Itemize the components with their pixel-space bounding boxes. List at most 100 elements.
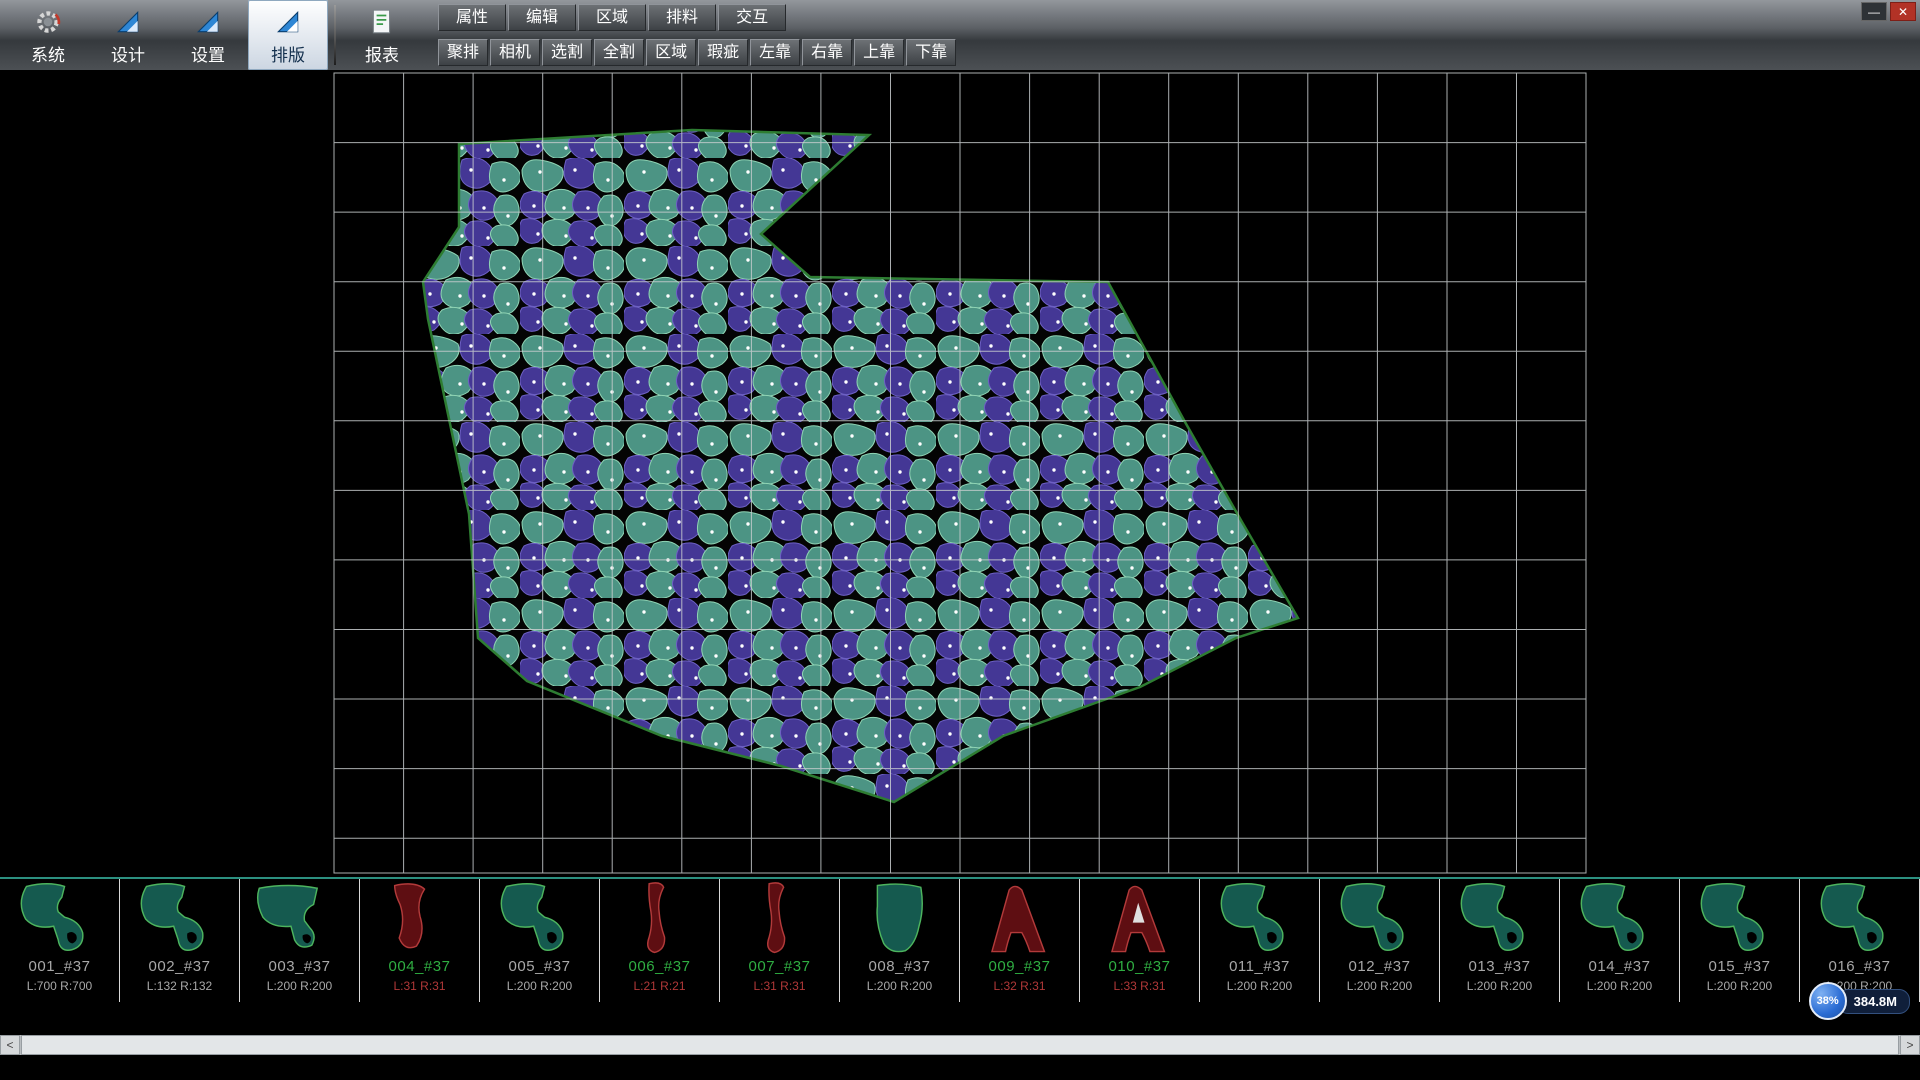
piece-thumbnail[interactable]: 003_#37 L:200 R:200 [240,879,360,1002]
piece-thumbnail[interactable]: 015_#37 L:200 R:200 [1680,879,1800,1002]
nav-report-button[interactable]: 报表 [342,0,422,70]
tool-cluster-nest[interactable]: 聚排 [438,39,488,66]
piece-lr-label: L:200 R:200 [267,979,332,993]
piece-id-label: 007_#37 [749,958,811,975]
tool-align-right[interactable]: 右靠 [802,39,852,66]
piece-id-label: 004_#37 [389,958,451,975]
piece-thumbnail[interactable]: 008_#37 L:200 R:200 [840,879,960,1002]
tool-align-bottom[interactable]: 下靠 [906,39,956,66]
minimize-button[interactable]: — [1861,2,1887,21]
piece-shape [125,881,235,957]
system-gear-icon [33,4,63,40]
piece-id-label: 016_#37 [1829,958,1891,975]
piece-lr-label: L:700 R:700 [27,979,92,993]
memory-pill: 384.8M [1837,989,1910,1014]
menu-region[interactable]: 区域 [578,4,646,31]
nav-button-group: 系统 设计 设置 排版 [0,0,422,70]
progress-circle[interactable]: 38% [1809,982,1847,1020]
tool-row: 聚排 相机 选割 全割 区域 瑕疵 左靠 右靠 上靠 下靠 [438,35,1920,70]
nav-report-label: 报表 [365,41,399,66]
menu-interaction[interactable]: 交互 [718,4,786,31]
piece-lr-label: L:200 R:200 [507,979,572,993]
piece-id-label: 005_#37 [509,958,571,975]
menu-edit[interactable]: 编辑 [508,4,576,31]
piece-shape [1565,881,1675,957]
piece-lr-label: L:200 R:200 [1587,979,1652,993]
piece-id-label: 003_#37 [269,958,331,975]
piece-thumbnail[interactable]: 005_#37 L:200 R:200 [480,879,600,1002]
piece-lr-label: L:200 R:200 [1707,979,1772,993]
piece-thumbnail[interactable]: 013_#37 L:200 R:200 [1440,879,1560,1002]
nav-system-label: 系统 [31,41,65,66]
piece-id-label: 012_#37 [1349,958,1411,975]
piece-id-label: 008_#37 [869,958,931,975]
scroll-right-arrow[interactable]: > [1900,1035,1920,1055]
piece-shape [965,881,1075,957]
piece-shape [1205,881,1315,957]
memory-value: 384.8M [1854,994,1897,1009]
piece-lr-label: L:31 R:31 [393,979,445,993]
nav-design-button[interactable]: 设计 [88,0,168,70]
toolbar: 系统 设计 设置 排版 [0,0,1920,70]
piece-shape [1085,881,1195,957]
nav-settings-label: 设置 [191,41,225,66]
report-document-icon [368,4,396,40]
scrollbar-thumb[interactable] [21,1035,1899,1055]
piece-id-label: 002_#37 [149,958,211,975]
piece-shape [1805,881,1915,957]
piece-thumbnail[interactable]: 004_#37 L:31 R:31 [360,879,480,1002]
memory-status-widget: 38% 384.8M [1809,982,1910,1020]
piece-id-label: 001_#37 [29,958,91,975]
toolbar-divider [334,5,336,65]
progress-percent: 38% [1817,995,1839,1007]
tool-cut-all[interactable]: 全割 [594,39,644,66]
piece-thumbnail[interactable]: 001_#37 L:700 R:700 [0,879,120,1002]
menu-properties[interactable]: 属性 [438,4,506,31]
piece-thumbnail[interactable]: 002_#37 L:132 R:132 [120,879,240,1002]
piece-thumbnail[interactable]: 010_#37 L:33 R:31 [1080,879,1200,1002]
piece-shape [245,881,355,957]
piece-id-label: 006_#37 [629,958,691,975]
piece-id-label: 009_#37 [989,958,1051,975]
nav-design-label: 设计 [111,41,145,66]
tool-defect[interactable]: 瑕疵 [698,39,748,66]
piece-lr-label: L:200 R:200 [1467,979,1532,993]
piece-lr-label: L:200 R:200 [1227,979,1292,993]
leather-hide-shape[interactable] [423,130,1298,802]
tool-select-cut[interactable]: 选割 [542,39,592,66]
piece-thumbnail[interactable]: 007_#37 L:31 R:31 [720,879,840,1002]
piece-lr-label: L:32 R:31 [993,979,1045,993]
nesting-canvas[interactable] [0,70,1920,877]
piece-shape [1325,881,1435,957]
piece-shape [1445,881,1555,957]
menu-nesting[interactable]: 排料 [648,4,716,31]
tool-camera[interactable]: 相机 [490,39,540,66]
piece-id-label: 013_#37 [1469,958,1531,975]
piece-shape [5,881,115,957]
tool-align-left[interactable]: 左靠 [750,39,800,66]
piece-thumbnail[interactable]: 009_#37 L:32 R:31 [960,879,1080,1002]
scroll-left-arrow[interactable]: < [0,1035,20,1055]
horizontal-scrollbar[interactable]: < > [0,1035,1920,1055]
piece-id-label: 014_#37 [1589,958,1651,975]
piece-id-label: 011_#37 [1229,958,1290,975]
close-button[interactable]: ✕ [1890,2,1916,21]
piece-lr-label: L:132 R:132 [147,979,212,993]
nesting-triangle-icon [274,4,302,40]
menu-row: 属性 编辑 区域 排料 交互 [438,0,1920,35]
piece-id-label: 010_#37 [1109,958,1171,975]
piece-thumbnail[interactable]: 014_#37 L:200 R:200 [1560,879,1680,1002]
tool-region[interactable]: 区域 [646,39,696,66]
nav-nesting-button[interactable]: 排版 [248,0,328,70]
piece-thumbnail[interactable]: 006_#37 L:21 R:21 [600,879,720,1002]
nav-settings-button[interactable]: 设置 [168,0,248,70]
piece-thumbnail[interactable]: 011_#37 L:200 R:200 [1200,879,1320,1002]
piece-lr-label: L:21 R:21 [633,979,685,993]
piece-thumbnail[interactable]: 012_#37 L:200 R:200 [1320,879,1440,1002]
piece-shape [1685,881,1795,957]
piece-lr-label: L:33 R:31 [1113,979,1165,993]
tool-align-top[interactable]: 上靠 [854,39,904,66]
window-controls: — ✕ [1861,2,1916,21]
nav-system-button[interactable]: 系统 [8,0,88,70]
nav-nesting-label: 排版 [271,41,305,66]
